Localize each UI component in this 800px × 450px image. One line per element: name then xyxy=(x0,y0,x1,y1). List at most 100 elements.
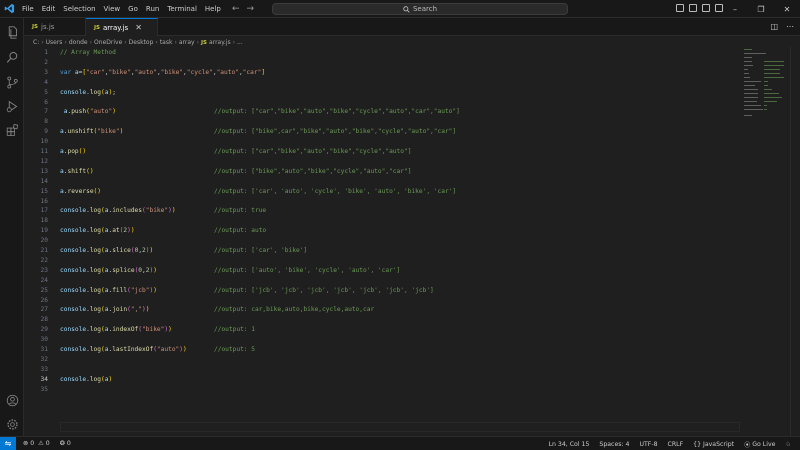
output-comment: //output: ["car","bike","auto","bike","c… xyxy=(214,108,460,116)
code-editor[interactable]: 1// Array Method 2 3 var a=["car","bike","a… xyxy=(24,47,740,436)
line-number: 27 xyxy=(40,306,48,314)
search-view-icon[interactable] xyxy=(4,49,20,65)
output-comment: //output: true xyxy=(214,207,267,215)
code-token: () xyxy=(86,167,94,175)
code-text: console.log(a.lastIndexOf("auto")) xyxy=(60,345,187,355)
breadcrumb-item[interactable]: array xyxy=(179,39,195,46)
code-token: log xyxy=(89,88,101,96)
close-tab-icon[interactable]: ✕ xyxy=(135,23,142,32)
code-line: 23 console.log(a.splice(0,2)) //output: ['… xyxy=(24,266,740,276)
code-text: console.log(a.splice(0,2)) xyxy=(60,266,157,276)
explorer-icon[interactable] xyxy=(4,24,20,40)
minimap-line xyxy=(764,101,777,102)
cursor-position[interactable]: Ln 34, Col 15 xyxy=(544,441,595,448)
breadcrumb-item[interactable]: array.js xyxy=(209,39,231,46)
split-editor-icon[interactable]: ◫ xyxy=(770,22,778,31)
menu-bar: File Edit Selection View Go Run Terminal Help xyxy=(18,0,225,18)
breadcrumb-item[interactable]: Desktop xyxy=(129,39,154,46)
chevron-right-icon: › xyxy=(174,39,177,46)
remote-indicator-icon[interactable]: ⇋ xyxy=(0,436,16,450)
source-control-icon[interactable] xyxy=(4,74,20,90)
line-number: 29 xyxy=(40,326,48,334)
search-icon xyxy=(403,5,410,13)
ports-icon: ❂ xyxy=(59,440,65,447)
breadcrumb-item[interactable]: ... xyxy=(237,39,243,46)
code-text: a.reverse() xyxy=(60,187,101,197)
breadcrumb-item[interactable]: Users xyxy=(46,39,63,46)
command-center-search[interactable]: Search xyxy=(272,3,568,15)
code-token: "auto" xyxy=(89,108,113,116)
breadcrumb-item[interactable]: C: xyxy=(33,39,39,46)
code-line: 4 xyxy=(24,78,740,88)
menu-edit[interactable]: Edit xyxy=(38,0,60,18)
toggle-sidebar-icon[interactable] xyxy=(676,4,684,12)
notifications-bell-icon[interactable]: ♘ xyxy=(780,441,796,448)
code-token: log xyxy=(89,227,101,235)
minimap-line xyxy=(764,69,780,70)
menu-run[interactable]: Run xyxy=(142,0,163,18)
line-number: 9 xyxy=(44,128,48,136)
breadcrumb-item[interactable]: task xyxy=(160,39,173,46)
menu-go[interactable]: Go xyxy=(124,0,142,18)
extensions-icon[interactable] xyxy=(4,122,20,138)
code-token: "car" xyxy=(86,68,105,76)
code-line: 33 xyxy=(24,365,740,375)
code-token: includes xyxy=(112,207,143,215)
output-comment: //output: ['auto', 'bike', 'cycle', 'aut… xyxy=(214,266,401,274)
language-mode[interactable]: {} JavaScript xyxy=(688,441,739,448)
run-debug-icon[interactable] xyxy=(4,98,20,114)
close-window-icon[interactable]: ✕ xyxy=(774,5,800,14)
menu-file[interactable]: File xyxy=(18,0,38,18)
language-label: JavaScript xyxy=(703,440,735,448)
chevron-right-icon: › xyxy=(155,39,158,46)
code-token: console xyxy=(60,326,87,334)
accounts-icon[interactable] xyxy=(4,392,20,408)
code-token: ) xyxy=(145,306,150,314)
code-line: 5 console.log(a); xyxy=(24,88,740,98)
more-actions-icon[interactable]: ⋯ xyxy=(786,22,794,31)
line-number: 14 xyxy=(40,177,48,185)
menu-help[interactable]: Help xyxy=(201,0,225,18)
code-token: "auto" xyxy=(216,68,239,76)
code-text: var a=["car","bike","auto","bike","cycle… xyxy=(60,68,265,78)
problems-status[interactable]: ⊗ 0 ⚠ 0 xyxy=(20,440,53,447)
code-token: "jcb" xyxy=(130,286,150,294)
encoding[interactable]: UTF-8 xyxy=(634,441,662,448)
code-line: 11 a.pop() //output: ["car","bike","auto",… xyxy=(24,147,740,157)
tab-js-js[interactable]: JS js.js xyxy=(24,18,86,36)
menu-selection[interactable]: Selection xyxy=(59,0,99,18)
toggle-secondary-sidebar-icon[interactable] xyxy=(702,4,710,12)
code-token: ) xyxy=(168,326,172,334)
broadcast-icon: ⦿ xyxy=(744,441,751,449)
code-token: log xyxy=(89,266,101,274)
forward-arrow-icon[interactable]: → xyxy=(247,4,255,14)
breadcrumb-item[interactable]: donde xyxy=(69,39,88,46)
code-text: console.log(a); xyxy=(60,88,116,98)
code-text: console.log(a.indexOf("bike")) xyxy=(60,325,172,335)
code-token: "auto" xyxy=(156,346,180,353)
code-token: log xyxy=(89,247,101,254)
settings-gear-icon[interactable] xyxy=(4,416,20,432)
minimize-icon[interactable]: – xyxy=(722,5,748,14)
code-line: 15 a.reverse() //output: ['car', 'auto', '… xyxy=(24,187,740,197)
code-token: ) xyxy=(108,375,113,383)
code-token: ) xyxy=(183,346,187,353)
minimap[interactable] xyxy=(740,47,790,436)
menu-terminal[interactable]: Terminal xyxy=(163,0,201,18)
output-comment: //output: ['jcb', 'jcb', 'jcb', 'jcb', '… xyxy=(214,286,434,294)
toggle-panel-icon[interactable] xyxy=(689,4,697,12)
ports-status[interactable]: ❂ 0 xyxy=(57,440,74,447)
editor-scrollbar[interactable] xyxy=(790,47,800,436)
end-of-line[interactable]: CRLF xyxy=(663,441,689,448)
breadcrumb-item[interactable]: OneDrive xyxy=(94,39,122,46)
menu-view[interactable]: View xyxy=(100,0,125,18)
restore-icon[interactable]: ❐ xyxy=(748,5,774,14)
indentation[interactable]: Spaces: 4 xyxy=(594,441,634,448)
go-live-button[interactable]: ⦿ Go Live xyxy=(739,440,780,449)
code-token: ) xyxy=(149,247,154,254)
line-number: 4 xyxy=(44,78,48,86)
back-arrow-icon[interactable]: ← xyxy=(232,4,240,14)
line-number: 24 xyxy=(40,276,48,284)
javascript-file-icon: JS xyxy=(94,24,101,31)
tab-array-js[interactable]: JS array.js ✕ xyxy=(86,18,158,36)
